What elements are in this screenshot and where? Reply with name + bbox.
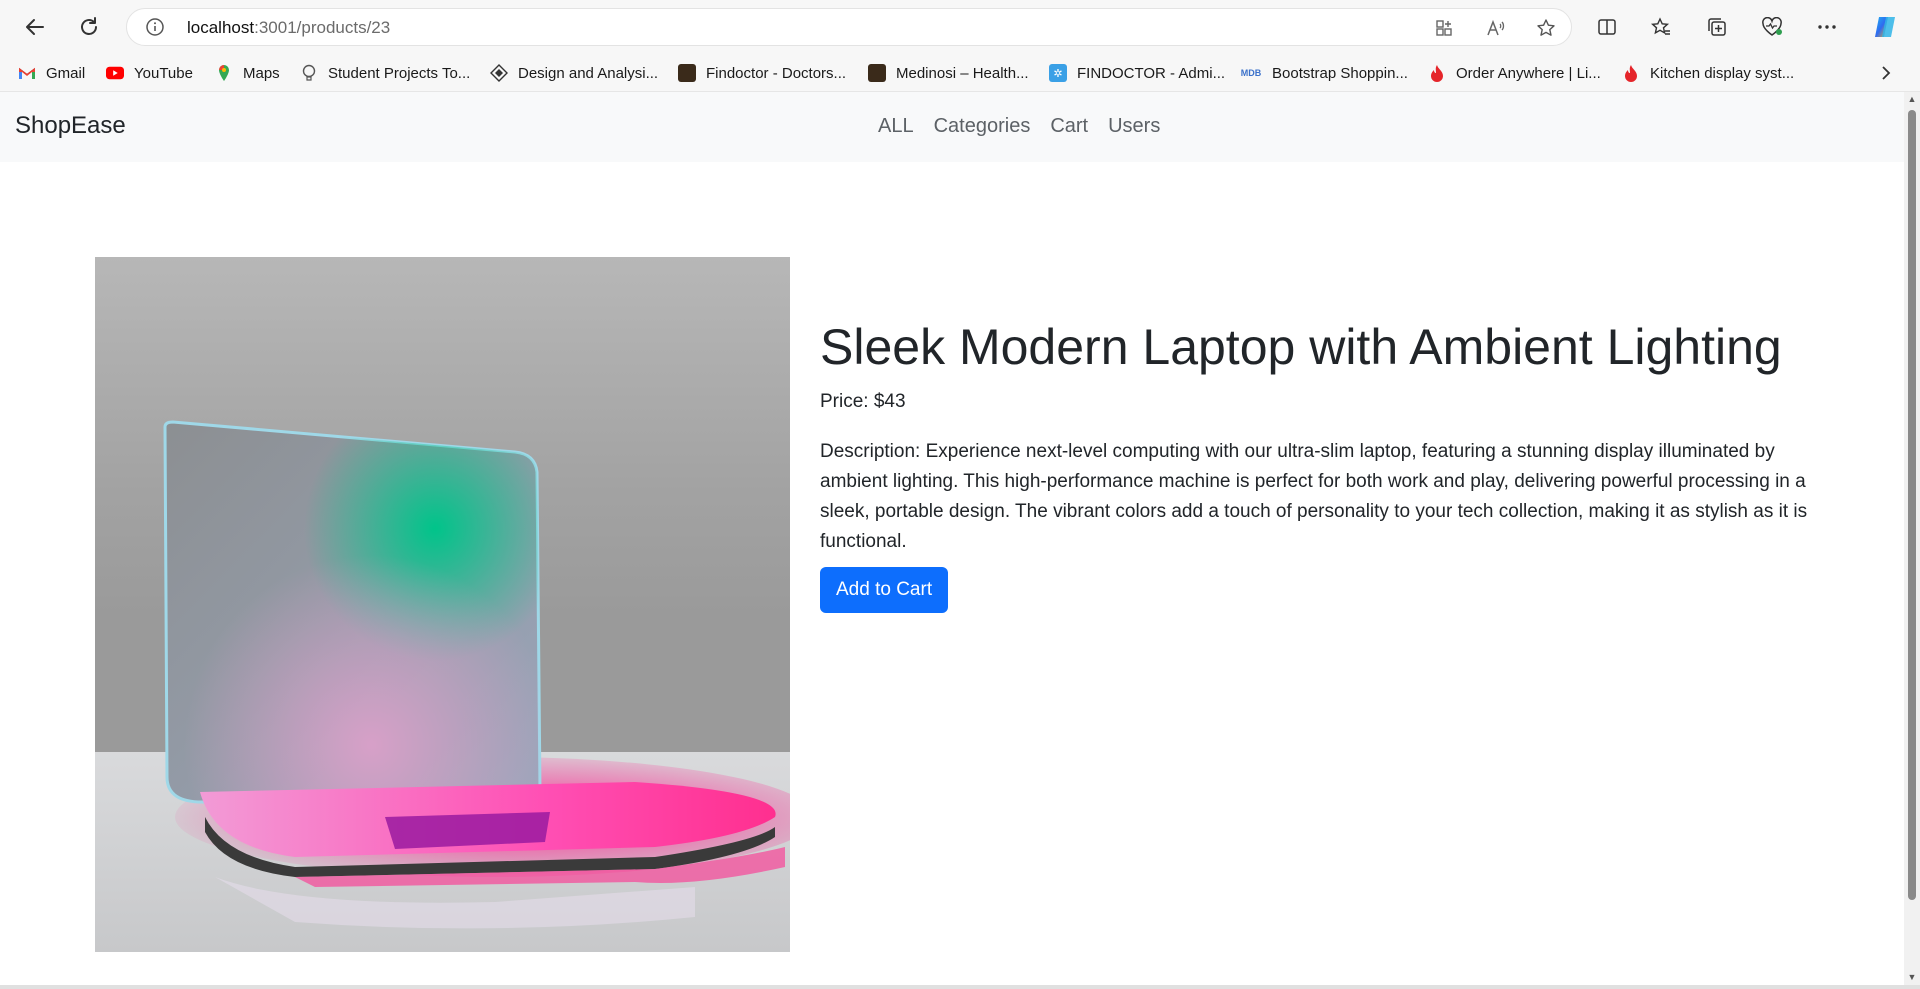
favorites-icon[interactable]	[1646, 12, 1676, 42]
nav-link-users[interactable]: Users	[1108, 115, 1160, 138]
gmail-icon	[18, 64, 36, 82]
nav-link-cart[interactable]: Cart	[1050, 115, 1088, 138]
bookmark-gmail[interactable]: Gmail	[18, 62, 85, 84]
admin-icon: ✲	[1049, 64, 1067, 82]
reload-icon	[81, 17, 97, 35]
bookmark-label: Kitchen display syst...	[1650, 64, 1795, 82]
more-menu-icon[interactable]	[1812, 12, 1842, 42]
medinosi-icon	[868, 64, 886, 82]
nav-links: ALL Categories Cart Users	[878, 115, 1180, 138]
bookmark-label: Bootstrap Shoppin...	[1272, 64, 1408, 82]
bookmark-youtube[interactable]: YouTube	[106, 62, 193, 84]
scroll-thumb[interactable]	[1908, 110, 1916, 900]
reload-button[interactable]	[72, 10, 106, 44]
product-details: Sleek Modern Laptop with Ambient Lightin…	[820, 317, 1820, 613]
product-description: Description: Experience next-level compu…	[820, 441, 1808, 552]
page-viewport: ShopEase ALL Categories Cart Users Sleek…	[0, 92, 1904, 985]
product-title: Sleek Modern Laptop with Ambient Lightin…	[820, 319, 1782, 375]
bookmark-findoctor-admin[interactable]: ✲ FINDOCTOR - Admi...	[1049, 62, 1225, 84]
flame-icon	[1622, 64, 1640, 82]
bookmark-design-analysis[interactable]: Design and Analysi...	[490, 62, 658, 84]
bookmarks-overflow-button[interactable]	[1880, 62, 1892, 84]
bookmark-label: Student Projects To...	[328, 64, 471, 82]
bookmark-bootstrap-shopping[interactable]: MDB Bootstrap Shoppin...	[1240, 62, 1408, 84]
bookmark-kitchen-display[interactable]: Kitchen display syst...	[1622, 62, 1794, 84]
bookmark-student-projects[interactable]: Student Projects To...	[300, 62, 470, 84]
copilot-icon[interactable]	[1870, 12, 1900, 42]
url-host: localhost	[187, 18, 255, 37]
nav-link-categories[interactable]: Categories	[934, 115, 1031, 138]
favorite-star-icon[interactable]	[1535, 17, 1557, 39]
split-screen-icon[interactable]	[1592, 12, 1622, 42]
bookmark-label: Gmail	[46, 64, 86, 82]
address-bar[interactable]: localhost:3001/products/23	[126, 8, 1572, 46]
read-aloud-icon[interactable]	[1485, 17, 1507, 39]
back-button[interactable]	[18, 10, 52, 44]
bookmark-label: Maps	[243, 64, 280, 82]
maps-icon	[215, 64, 233, 82]
site-navbar: ShopEase ALL Categories Cart Users	[0, 92, 1904, 162]
browser-window: localhost:3001/products/23 Gmail YouTube…	[0, 0, 1920, 989]
bookmark-medinosi[interactable]: Medinosi – Health...	[868, 62, 1029, 84]
mdb-icon: MDB	[1240, 68, 1262, 78]
bookmark-label: YouTube	[134, 64, 193, 82]
scroll-up-icon[interactable]: ▲	[1907, 94, 1917, 104]
bookmark-label: Findoctor - Doctors...	[706, 64, 847, 82]
findoctor-icon	[678, 64, 696, 82]
youtube-icon	[106, 64, 124, 82]
url-text[interactable]: localhost:3001/products/23	[187, 18, 390, 38]
collections-icon[interactable]	[1702, 12, 1732, 42]
browser-toolbar: localhost:3001/products/23	[0, 0, 1920, 54]
product-price: Price: $43	[820, 391, 906, 412]
site-info-icon[interactable]	[145, 17, 165, 37]
bookmark-label: FINDOCTOR - Admi...	[1077, 64, 1226, 82]
diamond-icon	[490, 64, 508, 82]
scroll-down-icon[interactable]: ▼	[1907, 972, 1917, 982]
product-image	[95, 257, 790, 952]
bookmark-order-anywhere[interactable]: Order Anywhere | Li...	[1428, 62, 1601, 84]
url-path: :3001/products/23	[254, 18, 391, 37]
vertical-scrollbar[interactable]: ▲ ▼	[1904, 92, 1920, 985]
browser-essentials-icon[interactable]	[1757, 12, 1787, 42]
brand-logo[interactable]: ShopEase	[15, 112, 126, 140]
bookmark-label: Design and Analysi...	[518, 64, 659, 82]
bookmark-findoctor[interactable]: Findoctor - Doctors...	[678, 62, 846, 84]
nav-link-all[interactable]: ALL	[878, 115, 914, 138]
bookmark-label: Medinosi – Health...	[896, 64, 1029, 82]
bookmarks-bar: Gmail YouTube Maps Student Projects To..…	[0, 54, 1920, 92]
bookmark-label: Order Anywhere | Li...	[1456, 64, 1601, 82]
bottom-edge	[0, 985, 1920, 989]
add-to-cart-button[interactable]: Add to Cart	[820, 567, 949, 613]
flame-icon	[1428, 64, 1446, 82]
back-arrow-icon	[26, 19, 44, 35]
chevron-right-icon	[1882, 66, 1891, 80]
bulb-icon	[300, 64, 318, 82]
bookmark-maps[interactable]: Maps	[215, 62, 280, 84]
app-available-icon[interactable]	[1433, 17, 1455, 39]
